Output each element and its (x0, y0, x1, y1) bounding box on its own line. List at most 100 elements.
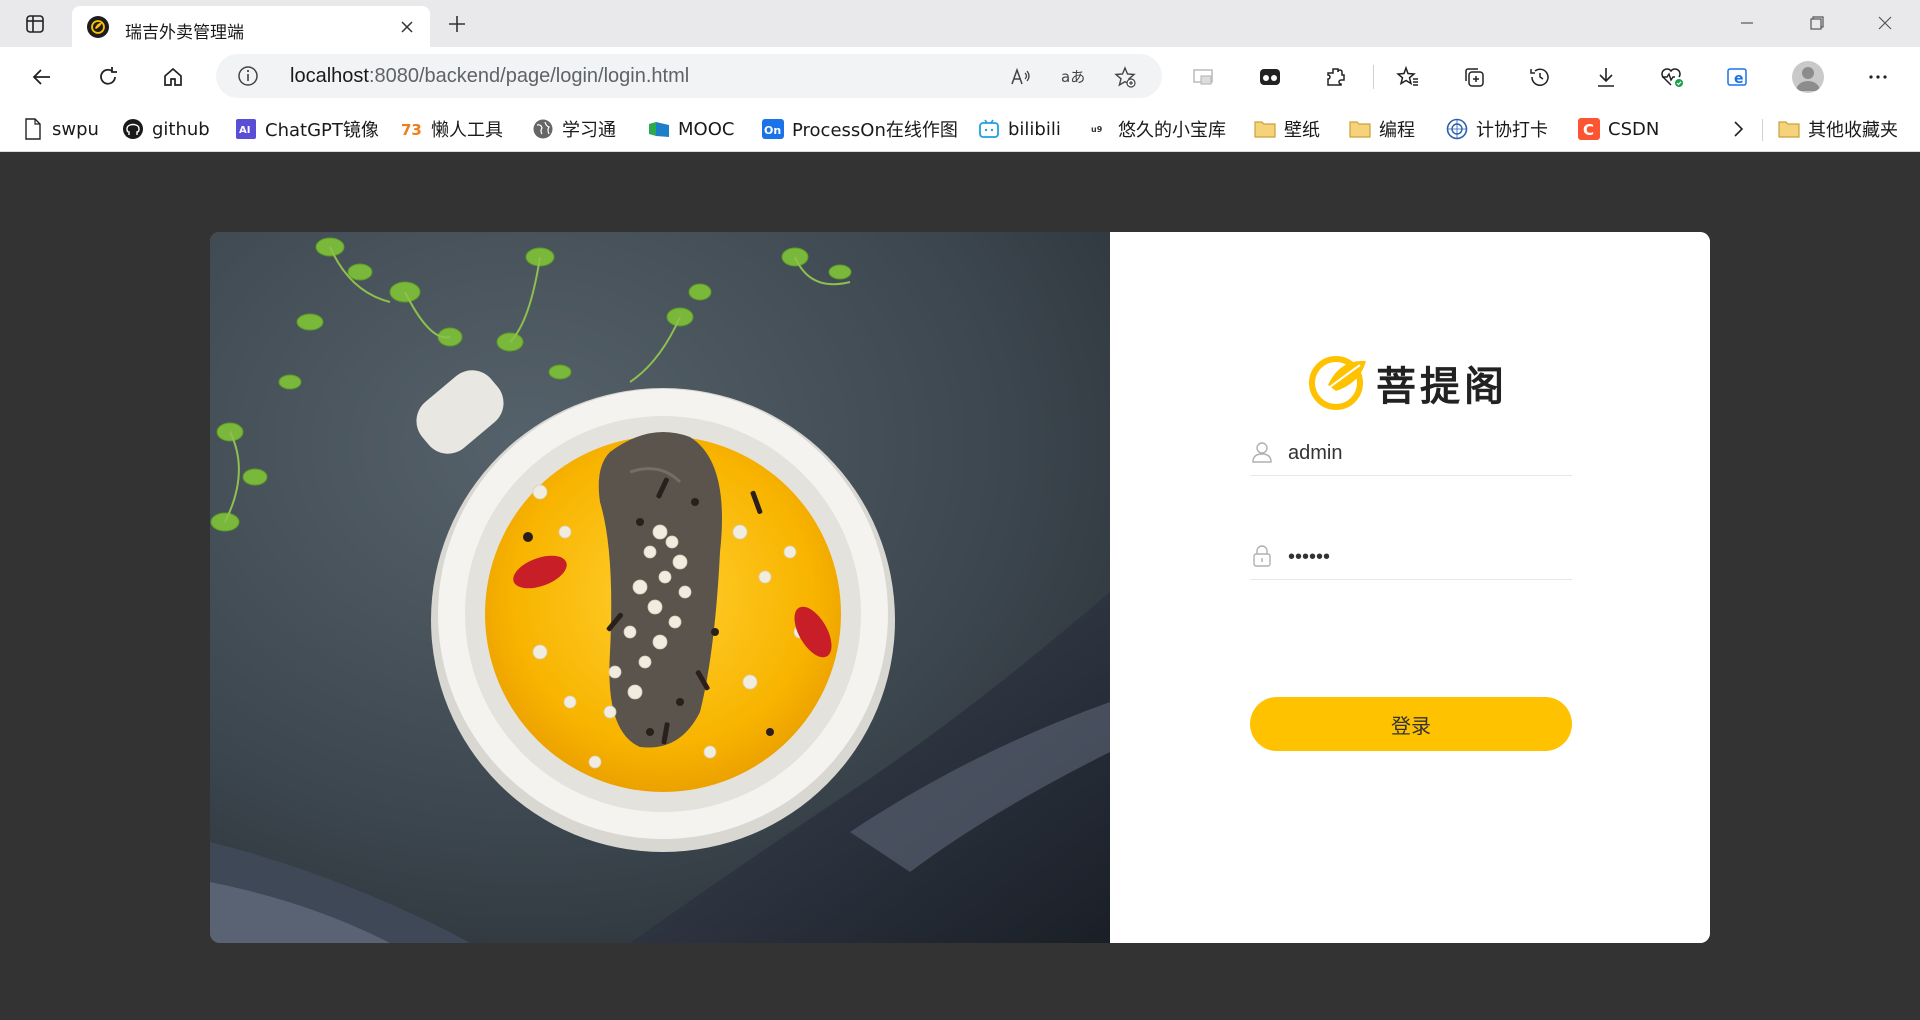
github-icon (122, 118, 144, 140)
folder-icon (1778, 118, 1800, 140)
browser-toolbar: localhost:8080/backend/page/login/login.… (0, 47, 1920, 106)
extensions-icon[interactable] (1318, 59, 1354, 95)
bookmark-folder-programming[interactable]: 编程 (1349, 115, 1415, 143)
svg-text:C: C (1583, 121, 1594, 139)
bookmark-label: MOOC (678, 118, 735, 140)
bookmark-label: CSDN (1608, 118, 1660, 140)
restore-icon[interactable] (1794, 6, 1840, 40)
tab-strip: 瑞吉外卖管理端 (0, 0, 1920, 47)
more-menu-icon[interactable] (1860, 59, 1896, 95)
username-field (1250, 432, 1572, 476)
page-content: 菩提阁 登录 (0, 153, 1920, 1020)
url-text[interactable]: localhost:8080/backend/page/login/login.… (290, 65, 689, 88)
brand-name: 菩提阁 (1376, 364, 1508, 410)
tools-icon: 73 (401, 118, 423, 140)
bookmark-label: swpu (52, 118, 99, 140)
bookmark-processon[interactable]: On ProcessOn在线作图 (762, 115, 958, 143)
bookmark-label: ProcessOn在线作图 (792, 120, 958, 141)
bookmark-label: bilibili (1008, 118, 1061, 140)
bookmark-folder-wallpaper[interactable]: 壁纸 (1254, 115, 1320, 143)
globe-icon (532, 118, 554, 140)
ai-icon: AI (235, 118, 257, 140)
read-aloud-icon[interactable] (1006, 62, 1036, 92)
lock-icon (1250, 544, 1274, 568)
processon-icon: On (762, 118, 784, 140)
tab-close-icon[interactable] (396, 16, 418, 38)
bookmark-label: ChatGPT镜像 (265, 120, 379, 141)
bookmark-chatgpt[interactable]: AI ChatGPT镜像 (235, 115, 379, 143)
password-field (1250, 536, 1572, 580)
tab-actions-icon[interactable] (20, 9, 50, 39)
svg-text:AI: AI (239, 125, 250, 136)
bookmark-treasury[interactable]: u9 悠久的小宝库 (1088, 115, 1226, 143)
favorites-icon[interactable] (1390, 59, 1426, 95)
bookmark-label: 编程 (1379, 120, 1415, 141)
svg-text:On: On (764, 124, 781, 137)
ie-mode-icon[interactable]: e (1720, 59, 1756, 95)
brand-logo: 菩提阁 (1306, 350, 1526, 416)
mooc-icon (648, 118, 670, 140)
svg-text:aあ: aあ (1061, 68, 1085, 86)
bilibili-icon (978, 118, 1000, 140)
svg-text:u9: u9 (1091, 125, 1103, 134)
bookmark-label: 计协打卡 (1476, 120, 1548, 141)
folder-icon (1349, 118, 1371, 140)
extension-eyes-icon[interactable] (1252, 59, 1288, 95)
bookmark-label: 其他收藏夹 (1808, 120, 1898, 141)
chevron-right-icon[interactable] (1726, 117, 1750, 141)
browser-tab[interactable]: 瑞吉外卖管理端 (72, 6, 430, 47)
bookmark-label: 壁纸 (1284, 120, 1320, 141)
new-tab-icon[interactable] (440, 8, 474, 40)
bookmark-label: github (152, 118, 210, 140)
back-icon[interactable] (24, 59, 60, 95)
url-path: :8080/backend/page/login/login.html (368, 65, 690, 87)
add-favorite-icon[interactable] (1110, 62, 1140, 92)
screen-cast-icon[interactable] (1186, 59, 1222, 95)
club-icon (1446, 118, 1468, 140)
home-icon[interactable] (155, 59, 191, 95)
bookmark-csdn[interactable]: C CSDN (1578, 115, 1659, 143)
user-icon (1250, 440, 1274, 464)
csdn-icon: C (1578, 118, 1600, 140)
username-input[interactable] (1288, 438, 1568, 468)
login-panel: 菩提阁 登录 (1110, 232, 1710, 943)
folder-icon (1254, 118, 1276, 140)
bookmark-club-checkin[interactable]: 计协打卡 (1446, 115, 1548, 143)
food-photo (210, 232, 1110, 943)
bookmark-label: 学习通 (562, 120, 616, 141)
performance-icon[interactable] (1654, 59, 1690, 95)
bookmark-other-favorites[interactable]: 其他收藏夹 (1778, 115, 1898, 143)
bookmark-bilibili[interactable]: bilibili (978, 115, 1061, 143)
bookmark-label: 悠久的小宝库 (1118, 120, 1226, 141)
login-card: 菩提阁 登录 (210, 232, 1710, 943)
login-button[interactable]: 登录 (1250, 697, 1572, 751)
minimize-icon[interactable] (1724, 6, 1770, 40)
bookmark-github[interactable]: github (122, 115, 210, 143)
site-info-icon[interactable] (236, 64, 260, 88)
profile-avatar[interactable] (1792, 61, 1824, 93)
bookmark-swpu[interactable]: swpu (22, 115, 99, 143)
bookmark-mooc[interactable]: MOOC (648, 115, 734, 143)
bodhi-leaf-logo-icon (1306, 349, 1370, 418)
toolbar-separator (1373, 65, 1374, 89)
favicon-icon (87, 16, 109, 38)
close-window-icon[interactable] (1862, 6, 1908, 40)
collections-icon[interactable] (1456, 59, 1492, 95)
bookmark-xuexitong[interactable]: 学习通 (532, 115, 616, 143)
address-bar[interactable]: localhost:8080/backend/page/login/login.… (216, 54, 1162, 98)
page-icon (22, 118, 44, 140)
tab-title: 瑞吉外卖管理端 (125, 23, 244, 43)
downloads-icon[interactable] (1588, 59, 1624, 95)
bookmarks-bar: swpu github AI ChatGPT镜像 73 懒人工具 学习通 MOO… (0, 106, 1920, 152)
translate-icon[interactable]: aあ (1058, 62, 1088, 92)
password-input[interactable] (1288, 542, 1568, 572)
reload-icon[interactable] (90, 59, 126, 95)
history-icon[interactable] (1522, 59, 1558, 95)
bookmark-lazy-tools[interactable]: 73 懒人工具 (401, 115, 503, 143)
u9-icon: u9 (1088, 118, 1110, 140)
svg-text:e: e (1734, 71, 1744, 87)
svg-text:73: 73 (401, 121, 422, 139)
bookmarks-separator (1762, 119, 1763, 141)
bookmark-label: 懒人工具 (431, 120, 503, 141)
url-host: localhost (290, 65, 369, 87)
